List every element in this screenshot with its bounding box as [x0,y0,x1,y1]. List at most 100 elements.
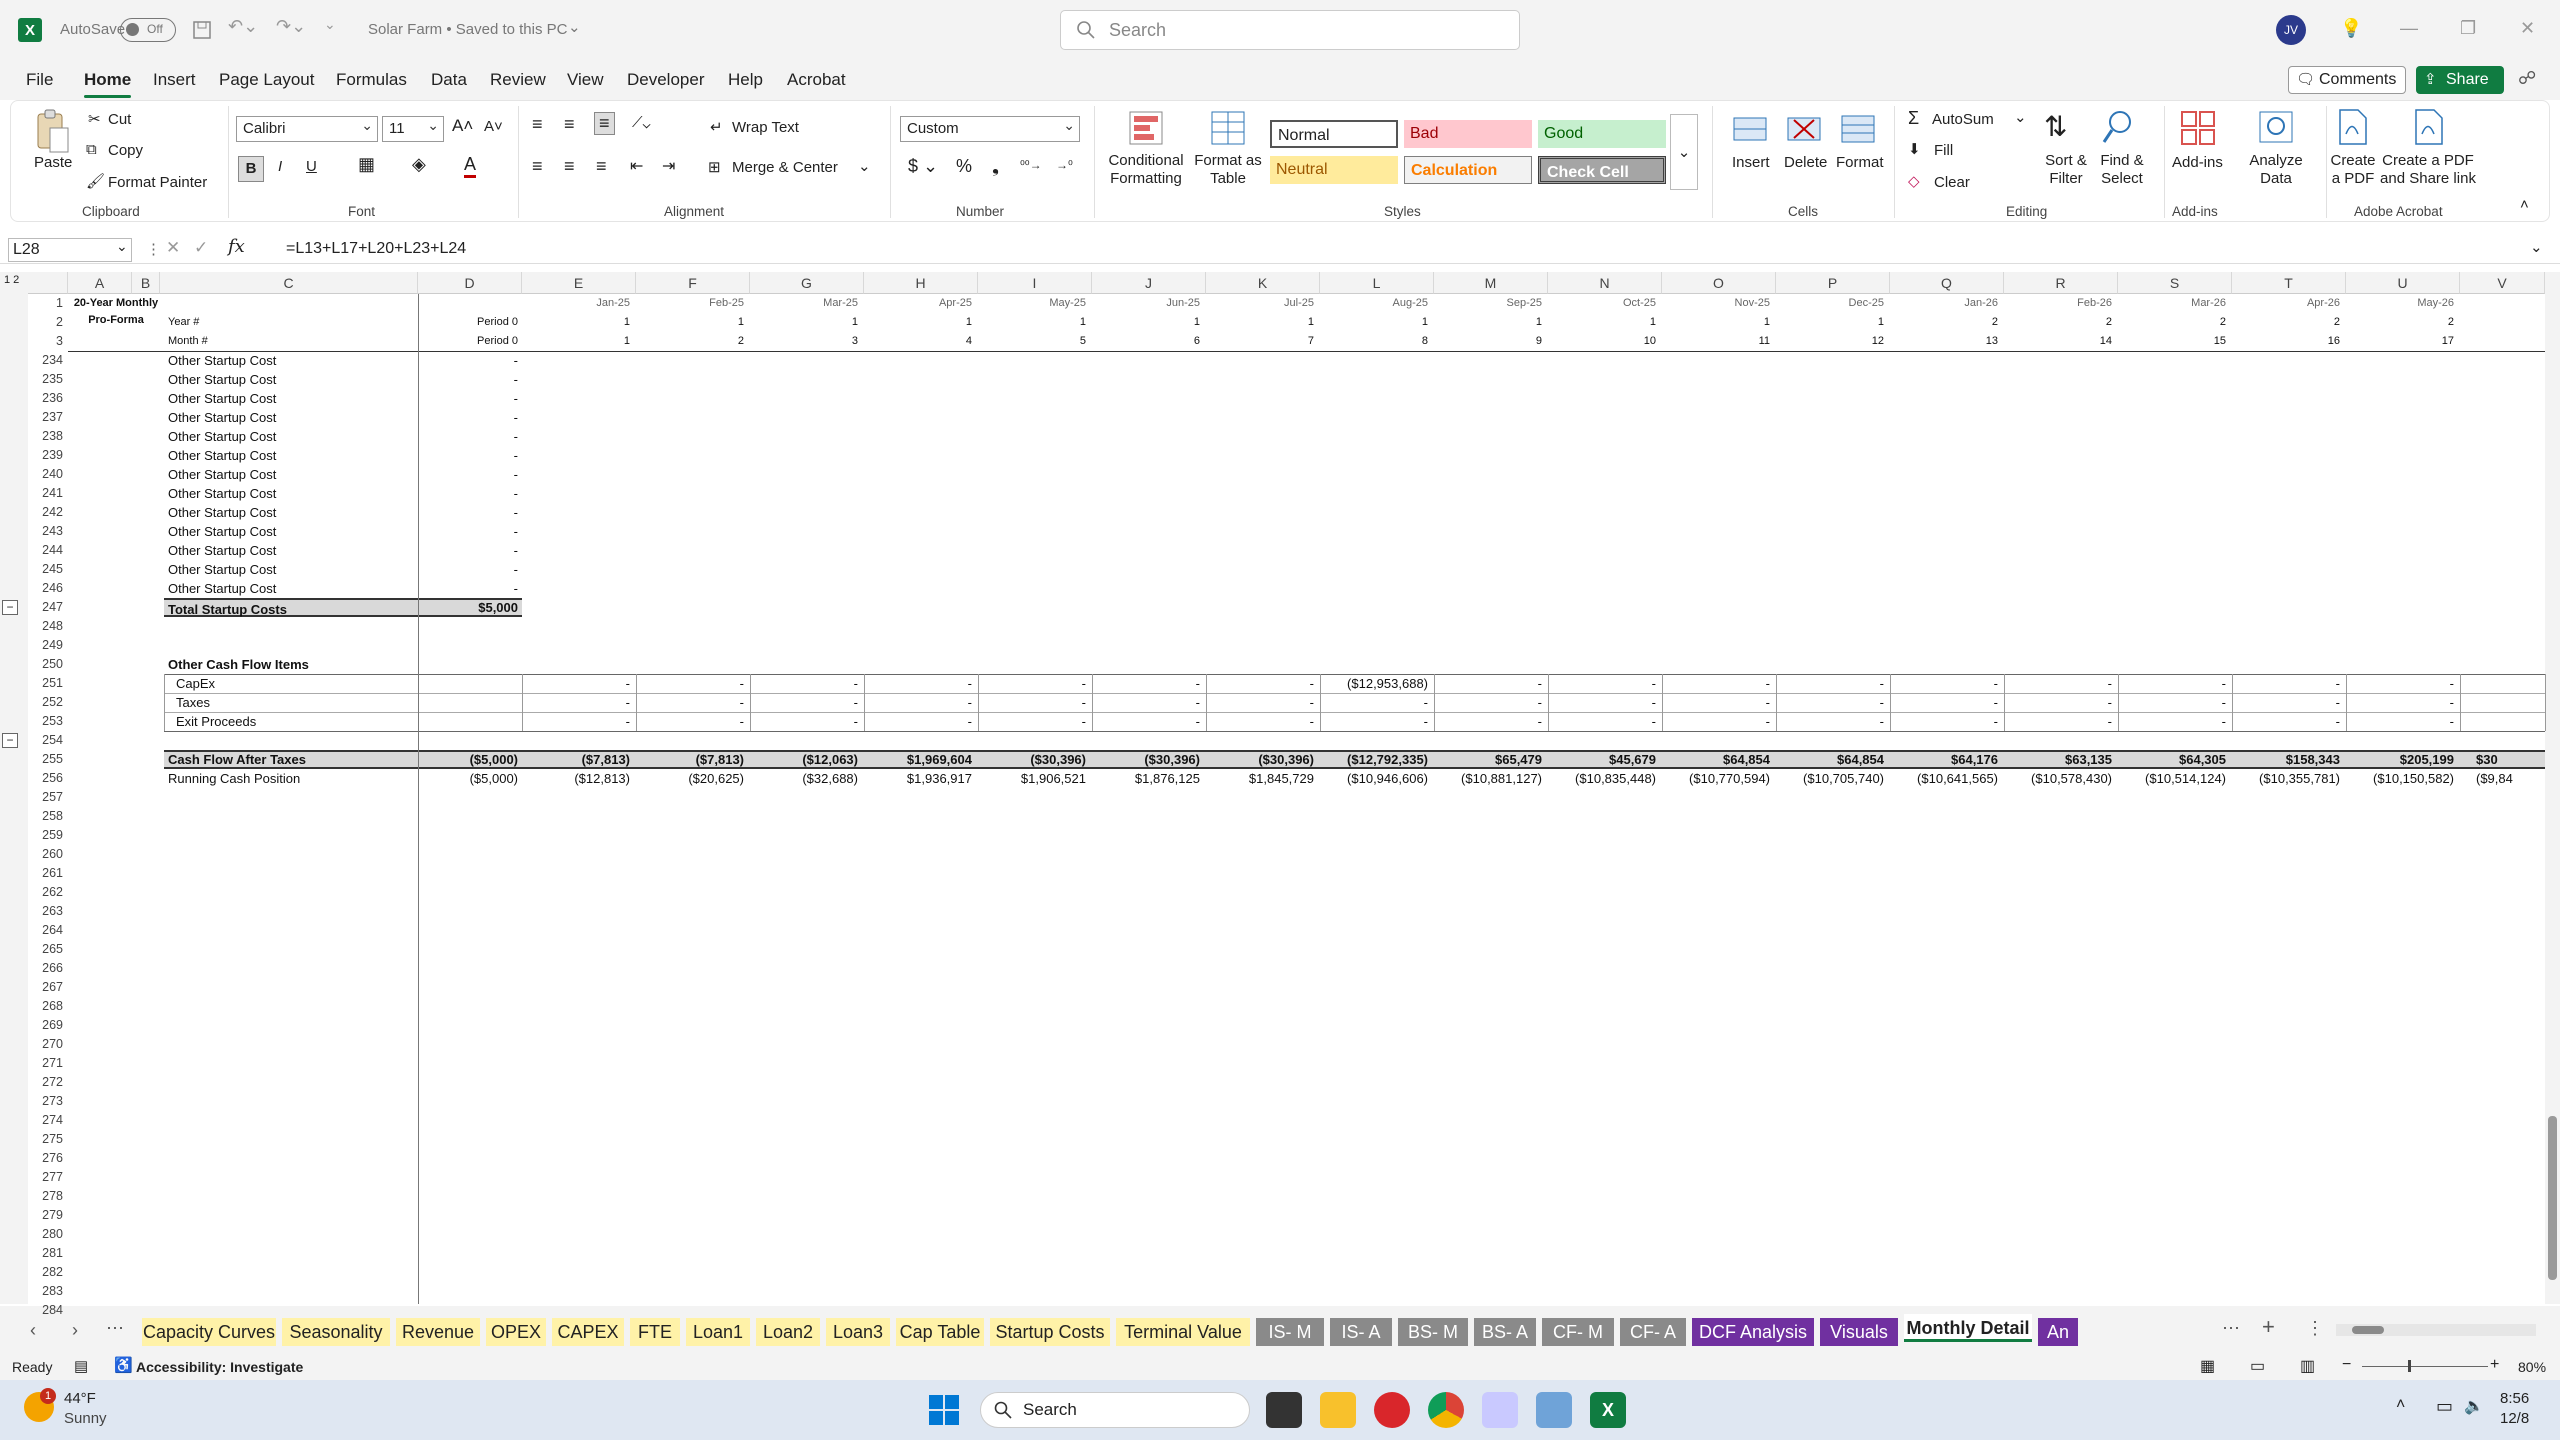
clock-date[interactable]: 12/8 [2500,1410,2529,1427]
collapse-ribbon-icon[interactable]: ˄ [2520,196,2529,213]
bold-icon[interactable]: B [238,156,264,182]
row-header[interactable]: 248 [28,617,66,636]
format-as-table-icon[interactable] [1210,110,1246,146]
column-header-t[interactable]: T [2232,272,2346,294]
row-header[interactable]: 282 [28,1263,66,1282]
menu-file[interactable]: File [26,70,53,90]
menu-developer[interactable]: Developer [627,70,705,90]
row-header[interactable]: 255 [28,750,66,769]
sheet-options-icon[interactable]: ⋮ [2306,1318,2324,1339]
row-header[interactable]: 284 [28,1301,66,1320]
row-header[interactable]: 242 [28,503,66,522]
analyze-data-icon[interactable] [2258,108,2294,146]
row-header[interactable]: 275 [28,1130,66,1149]
wrap-text-icon[interactable]: ↵ [710,118,723,136]
column-header-f[interactable]: F [636,272,750,294]
sheet-tab-capex[interactable]: CAPEX [552,1318,624,1346]
row-header[interactable]: 254 [28,731,66,750]
clock-time[interactable]: 8:56 [2500,1390,2529,1407]
expand-formula-icon[interactable]: ⌄ [2530,238,2543,256]
formula-options-icon[interactable]: ⋮ [146,240,161,258]
column-header-n[interactable]: N [1548,272,1662,294]
formula-input[interactable]: =L13+L17+L20+L23+L24 [286,240,466,258]
horizontal-scroll-thumb[interactable] [2352,1326,2384,1334]
menu-data[interactable]: Data [431,70,467,90]
find-select-icon[interactable] [2100,108,2136,146]
share-pdf-button[interactable]: Create a PDF and Share link [2378,152,2478,188]
column-header-g[interactable]: G [750,272,864,294]
zoom-level[interactable]: 80% [2518,1359,2546,1375]
network-icon[interactable]: ▭ [2436,1396,2453,1417]
sheet-tab-loan1[interactable]: Loan1 [686,1318,750,1346]
row-header[interactable]: 237 [28,408,66,427]
name-box-chevron-icon[interactable]: ⌄ [116,238,128,255]
row-header[interactable]: 249 [28,636,66,655]
row-header[interactable]: 244 [28,541,66,560]
style-normal[interactable]: Normal [1270,120,1398,148]
clear-button[interactable]: Clear [1934,174,1970,191]
create-pdf-icon[interactable] [2334,108,2370,146]
cancel-formula-icon[interactable]: ✕ [166,238,180,258]
sheet-tab-monthly-detail[interactable]: Monthly Detail [1904,1314,2032,1342]
format-cells-icon[interactable] [1840,108,1876,146]
name-box[interactable]: L28 [8,238,132,262]
styles-more-icon[interactable]: ⌄ [1670,114,1698,190]
sheet-tab-bs-a[interactable]: BS- A [1474,1318,1536,1346]
find-select-button[interactable]: Find & Select [2092,152,2152,188]
sheet-tab-dcf-analysis[interactable]: DCF Analysis [1692,1318,1814,1346]
autosave-toggle[interactable]: Off [120,18,176,42]
redo-icon[interactable]: ↷⌄ [276,16,306,37]
row-header[interactable]: 276 [28,1149,66,1168]
align-center-icon[interactable]: ≡ [564,156,575,177]
font-color-icon[interactable]: A [464,154,477,178]
avatar[interactable]: JV [2276,15,2306,45]
vertical-scroll-thumb[interactable] [2548,1116,2557,1280]
sheet-tab-loan3[interactable]: Loan3 [826,1318,890,1346]
undo-icon[interactable]: ↶⌄ [228,16,258,37]
accessibility-icon[interactable]: ♿ [114,1356,133,1374]
normal-view-icon[interactable]: ▦ [2200,1356,2215,1376]
row-header[interactable]: 240 [28,465,66,484]
macro-record-icon[interactable]: ▤ [74,1357,88,1375]
tab-scroll-right-icon[interactable]: › [72,1320,78,1341]
sheet-tab-terminal-value[interactable]: Terminal Value [1116,1318,1250,1346]
customize-qat-icon[interactable]: ⌄ [324,16,336,33]
row-header[interactable]: 241 [28,484,66,503]
row-header[interactable]: 281 [28,1244,66,1263]
fill-icon[interactable]: ⬇ [1908,140,1921,158]
row-header[interactable]: 277 [28,1168,66,1187]
add-ins-icon[interactable] [2180,108,2216,146]
increase-indent-icon[interactable]: ⇥ [662,156,675,176]
document-title[interactable]: Solar Farm • Saved to this PC [368,21,568,38]
more-tabs-icon[interactable]: ⋯ [2222,1318,2240,1339]
zoom-out-icon[interactable]: − [2342,1356,2351,1374]
paste-button[interactable]: Paste [34,154,72,171]
outline-collapse-button[interactable]: − [2,733,18,748]
row-header[interactable]: 250 [28,655,66,674]
menu-acrobat[interactable]: Acrobat [787,70,846,90]
sheet-tab-an[interactable]: An [2038,1318,2078,1346]
row-header[interactable]: 243 [28,522,66,541]
sheet-tab-visuals[interactable]: Visuals [1820,1318,1898,1346]
menu-help[interactable]: Help [728,70,763,90]
menu-formulas[interactable]: Formulas [336,70,407,90]
copy-icon[interactable]: ⧉ [86,141,97,158]
row-header[interactable]: 1 [28,294,66,313]
row-header[interactable]: 259 [28,826,66,845]
sheet-tab-seasonality[interactable]: Seasonality [282,1318,390,1346]
cut-button[interactable]: Cut [108,111,131,128]
chrome-icon[interactable] [1428,1392,1464,1428]
style-good[interactable]: Good [1538,120,1666,148]
row-header[interactable]: 264 [28,921,66,940]
volume-icon[interactable]: 🔈 [2464,1396,2484,1416]
insert-button[interactable]: Insert [1732,154,1770,171]
menu-view[interactable]: View [567,70,604,90]
excel-taskbar-icon[interactable]: X [1590,1392,1626,1428]
column-header-d[interactable]: D [418,272,522,294]
sheet-tab-bs-m[interactable]: BS- M [1398,1318,1468,1346]
italic-icon[interactable]: I [278,158,282,175]
column-header-e[interactable]: E [522,272,636,294]
style-check-cell[interactable]: Check Cell [1538,156,1666,184]
merge-icon[interactable]: ⊞ [708,158,721,176]
merge-center-button[interactable]: Merge & Center [732,159,838,176]
